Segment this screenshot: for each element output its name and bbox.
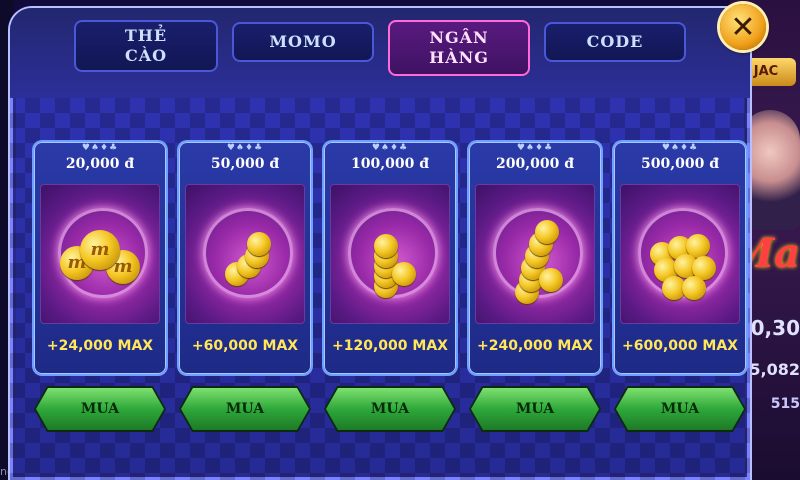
buy-button-3[interactable]: MUA (326, 388, 454, 430)
coin-art (475, 184, 595, 324)
tab-ngan-hang-label: NGÂN HÀNG (429, 28, 489, 67)
coin-icon (682, 276, 706, 300)
buy-button-4[interactable]: MUA (471, 388, 599, 430)
card-suits-icon: ♥♠♦♣ (81, 143, 119, 153)
coin-art: m m m (40, 184, 160, 324)
coin-icon (392, 262, 416, 286)
package-card-4[interactable]: ♥♠♦♣ 200,000 đ +240,000 MAX (469, 142, 601, 374)
package-price: 200,000 đ (496, 156, 574, 172)
card-suits-icon: ♥♠♦♣ (516, 143, 554, 153)
package-bonus: +600,000 MAX (622, 338, 738, 354)
coin-art (185, 184, 305, 324)
coin-icon: m (80, 230, 120, 270)
package-price: 50,000 đ (210, 156, 280, 172)
package-bonus: +240,000 MAX (477, 338, 593, 354)
card-suits-icon: ♥♠♦♣ (371, 143, 409, 153)
tab-code[interactable]: CODE (544, 22, 686, 62)
package-card-2[interactable]: ♥♠♦♣ 50,000 đ +60,000 MAX (179, 142, 311, 374)
buy-button-1[interactable]: MUA (36, 388, 164, 430)
tab-ngan-hang[interactable]: NGÂN HÀNG (388, 20, 530, 76)
coin-icon (539, 268, 563, 292)
tab-the-cao[interactable]: THẺ CÀO (74, 20, 218, 72)
package-card-3[interactable]: ♥♠♦♣ 100,000 đ +120,000 MAX (324, 142, 456, 374)
coin-icon (535, 220, 559, 244)
package-bonus: +120,000 MAX (332, 338, 448, 354)
package-bonus: +24,000 MAX (46, 338, 154, 354)
buy-button-5[interactable]: MUA (616, 388, 744, 430)
card-suits-icon: ♥♠♦♣ (661, 143, 699, 153)
card-suits-icon: ♥♠♦♣ (226, 143, 264, 153)
package-card-1[interactable]: ♥♠♦♣ 20,000 đ m m m +24,000 MAX (34, 142, 166, 374)
coin-icon (374, 234, 398, 258)
tab-the-cao-label: THẺ CÀO (124, 26, 168, 65)
package-card-5[interactable]: ♥♠♦♣ 500,000 đ +600,000 MAX (614, 142, 746, 374)
coin-icon (247, 232, 271, 256)
package-price: 20,000 đ (65, 156, 135, 172)
buy-button-2[interactable]: MUA (181, 388, 309, 430)
tab-momo[interactable]: MOMO (232, 22, 374, 62)
top-up-panel: THẺ CÀO MOMO NGÂN HÀNG CODE ♥♠♦♣ 20,000 đ … (10, 8, 750, 480)
coin-art (620, 184, 740, 324)
coin-art (330, 184, 450, 324)
package-price: 500,000 đ (641, 156, 719, 172)
package-bonus: +60,000 MAX (191, 338, 299, 354)
package-price: 100,000 đ (351, 156, 429, 172)
close-icon[interactable]: ✕ (720, 4, 766, 50)
